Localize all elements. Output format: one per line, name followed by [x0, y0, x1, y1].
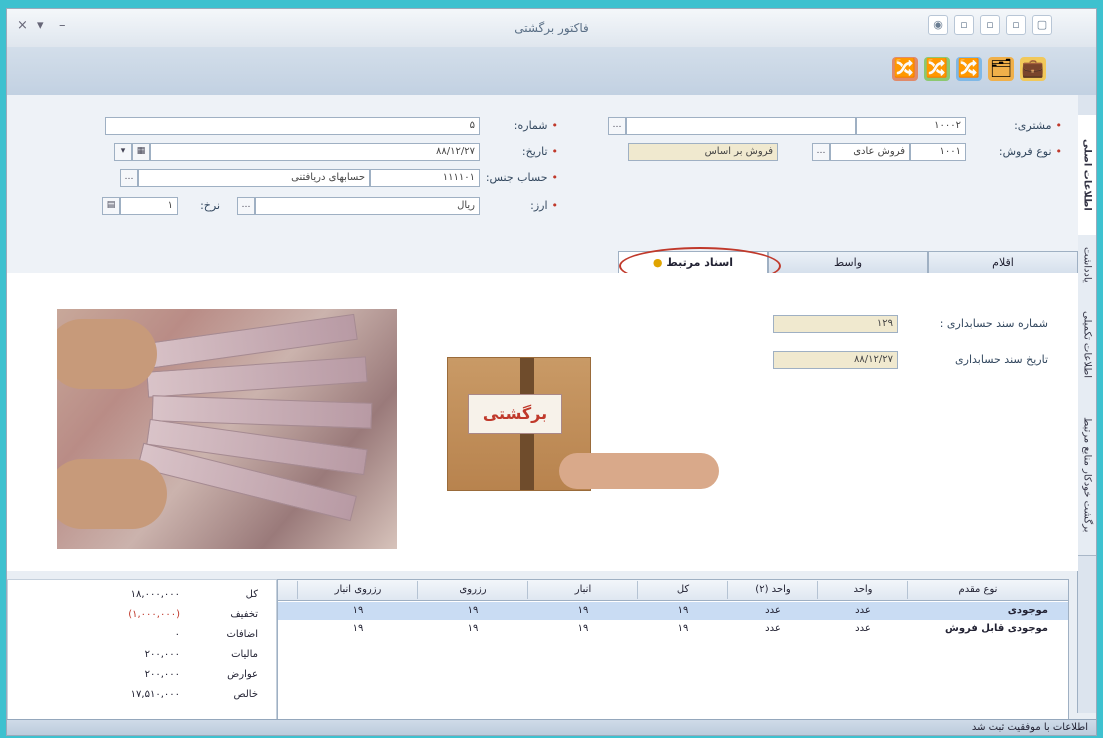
vtab-auto-return[interactable]: برگشت خودکار منابع مرتبط	[1078, 395, 1096, 556]
voucher-date-field: ۸۸/۱۲/۲۷	[773, 351, 898, 369]
summary-value: ۲۰۰,۰۰۰	[144, 669, 180, 680]
grid-header: نوع مقدم واحد واحد (۲) کل انبار رزروی رزروی ان…	[278, 580, 1068, 601]
folder-icon[interactable]: 🗂	[988, 57, 1014, 81]
table-cell: عدد	[855, 605, 871, 616]
status-message: اطلاعات با موفقیت ثبت شد	[971, 722, 1088, 733]
save-icon[interactable]: ▫	[954, 15, 974, 35]
rate-calculator-icon[interactable]: ▤	[102, 197, 120, 215]
grid-column-header[interactable]: واحد (۲)	[727, 581, 818, 599]
date-picker-icon[interactable]: ▾	[114, 143, 132, 161]
grid-column-header[interactable]: رزروی انبار	[297, 581, 418, 599]
vertical-tab-strip: اطلاعات اصلی یادداشت اطلاعات تکمیلی برگش…	[1077, 95, 1096, 713]
vtab-notes[interactable]: یادداشت	[1078, 235, 1096, 296]
tab-intermediary[interactable]: واسط	[768, 251, 928, 273]
hand-image	[559, 453, 719, 489]
header-form: •مشتری: ۱۰۰۰۲ … •نوع فروش: ۱۰۰۱ فروش عاد…	[7, 95, 1078, 243]
inventory-grid: نوع مقدم واحد واحد (۲) کل انبار رزروی رزروی ان…	[277, 579, 1069, 721]
invoice-window: × ▾ – فاکتور برگشتی ◉ ▫ ▫ ▫ ▢ 💼 🗂 🔀 🔀 🔀 …	[6, 8, 1097, 736]
status-bar: اطلاعات با موفقیت ثبت شد	[7, 719, 1096, 735]
table-cell: ۱۹	[467, 623, 479, 634]
date-input[interactable]: ۸۸/۱۲/۲۷	[150, 143, 480, 161]
summary-label: کل	[245, 589, 258, 600]
table-cell: عدد	[855, 623, 871, 634]
customer-name-input[interactable]	[626, 117, 856, 135]
table-cell: موجودی	[1007, 605, 1048, 616]
sale-type-code-input[interactable]: ۱۰۰۱	[910, 143, 966, 161]
copy-icon[interactable]: ▫	[980, 15, 1000, 35]
customer-label: •مشتری:	[1014, 119, 1062, 132]
summary-label: خالص	[233, 689, 258, 700]
briefcase-icon[interactable]: 💼	[1020, 57, 1046, 81]
currency-label: •ارز:	[530, 199, 558, 212]
table-cell: موجودی قابل فروش	[945, 623, 1048, 634]
account-label: •حساب جنس:	[485, 171, 558, 184]
detail-tabs: اقلام واسط ● اسناد مرتبط	[7, 243, 1078, 274]
summary-label: اضافات	[226, 629, 258, 640]
table-row[interactable]: موجودی عدد عدد ۱۹ ۱۹ ۱۹ ۱۹	[278, 602, 1068, 620]
table-cell: ۱۹	[352, 605, 364, 616]
sale-type-lookup-button[interactable]: …	[812, 143, 830, 161]
tab-items[interactable]: اقلام	[928, 251, 1078, 273]
customer-lookup-button[interactable]: …	[608, 117, 626, 135]
table-cell: ۱۹	[577, 605, 589, 616]
grid-column-header[interactable]: انبار	[527, 581, 638, 599]
table-cell: ۱۹	[467, 605, 479, 616]
rate-label: نرخ:	[200, 199, 220, 212]
currency-input[interactable]: ریال	[255, 197, 480, 215]
globe-icon[interactable]: ◉	[928, 15, 948, 35]
summary-label: مالیات	[231, 649, 258, 660]
number-input[interactable]: ۵	[105, 117, 480, 135]
sale-basis-field: فروش بر اساس	[628, 143, 778, 161]
account-code-input[interactable]: ۱۱۱۱۰۱	[370, 169, 480, 187]
rate-input[interactable]: ۱	[120, 197, 178, 215]
voucher-number-field: ۱۲۹	[773, 315, 898, 333]
number-label: •شماره:	[513, 119, 558, 132]
summary-value: ۲۰۰,۰۰۰	[144, 649, 180, 660]
account-lookup-button[interactable]: …	[120, 169, 138, 187]
summary-label: عوارض	[227, 669, 258, 680]
table-cell: ۱۹	[677, 623, 689, 634]
account-name-input[interactable]: حسابهای دریافتنی	[138, 169, 370, 187]
table-cell: ۱۹	[352, 623, 364, 634]
voucher-number-label: شماره سند حسابداری :	[939, 317, 1048, 330]
grid-column-header[interactable]: کل	[637, 581, 728, 599]
summary-value: ۰	[174, 629, 180, 640]
transfer-icon[interactable]: 🔀	[956, 57, 982, 81]
transfer-icon-3[interactable]: 🔀	[892, 57, 918, 81]
title-bar: × ▾ – فاکتور برگشتی ◉ ▫ ▫ ▫ ▢	[7, 9, 1096, 47]
grid-column-header[interactable]: نوع مقدم	[907, 581, 1048, 599]
table-cell: ۱۹	[577, 623, 589, 634]
banknotes-image	[57, 309, 397, 549]
summary-panel: کل ۱۸,۰۰۰,۰۰۰ تخفیف (۱,۰۰۰,۰۰۰) اضافات ۰ مالیا…	[7, 579, 277, 721]
paste-icon[interactable]: ▫	[1006, 15, 1026, 35]
summary-value: ۱۸,۰۰۰,۰۰۰	[130, 589, 180, 600]
summary-value: (۱,۰۰۰,۰۰۰)	[128, 609, 180, 620]
box-label: برگشتی	[468, 394, 562, 434]
grid-column-header[interactable]: واحد	[817, 581, 908, 599]
sale-type-name-input[interactable]: فروش عادی	[830, 143, 910, 161]
table-cell: عدد	[765, 605, 781, 616]
voucher-date-label: تاریخ سند حسابداری	[955, 353, 1048, 366]
date-label: •تاریخ:	[521, 145, 558, 158]
table-row[interactable]: موجودی قابل فروش عدد عدد ۱۹ ۱۹ ۱۹ ۱۹	[278, 620, 1068, 638]
vtab-main-info[interactable]: اطلاعات اصلی	[1078, 115, 1096, 236]
calendar-button[interactable]: ▦	[132, 143, 150, 161]
sale-type-label: •نوع فروش:	[998, 145, 1062, 158]
currency-lookup-button[interactable]: …	[237, 197, 255, 215]
table-cell: ۱۹	[677, 605, 689, 616]
quick-access-toolbar: ◉ ▫ ▫ ▫ ▢	[928, 15, 1052, 35]
transfer-icon-2[interactable]: 🔀	[924, 57, 950, 81]
ribbon-toolbar: 💼 🗂 🔀 🔀 🔀	[7, 47, 1096, 96]
new-document-icon[interactable]: ▢	[1032, 15, 1052, 35]
grid-column-header[interactable]: رزروی	[417, 581, 528, 599]
vtab-extra-info[interactable]: اطلاعات تکمیلی	[1078, 295, 1096, 396]
table-cell: عدد	[765, 623, 781, 634]
summary-label: تخفیف	[230, 609, 258, 620]
summary-value: ۱۷,۵۱۰,۰۰۰	[130, 689, 180, 700]
customer-code-input[interactable]: ۱۰۰۰۲	[856, 117, 966, 135]
